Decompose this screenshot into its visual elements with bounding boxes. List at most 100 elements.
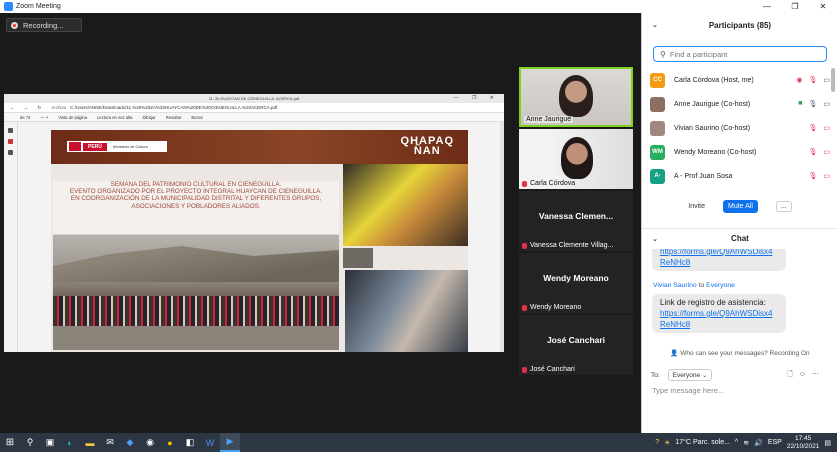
pdf-scrollbar[interactable]	[500, 122, 504, 352]
muted-mic-icon[interactable]: 🎙	[808, 172, 817, 180]
search-icon[interactable]: ⚲	[20, 433, 40, 452]
video-tile-carla[interactable]: Carla Córdova	[519, 129, 633, 189]
muted-mic-icon	[522, 304, 527, 311]
festival-photo	[53, 234, 339, 350]
chat-meta: Vivian Saurino to Everyone	[653, 282, 735, 289]
sharing-icon: ■	[798, 100, 803, 107]
clock[interactable]: 17:45 22/10/2021	[787, 435, 820, 451]
video-off-icon[interactable]: ▭	[823, 172, 830, 180]
participant-row[interactable]: Vivian Saurino (Co-host) 🎙 ▭	[650, 116, 830, 140]
video-tile-anne[interactable]: Anne Jaurigue	[519, 67, 633, 127]
chat-tools: 🗋☺⋯	[787, 370, 825, 381]
invite-button[interactable]: Invite	[688, 203, 705, 210]
meeting-stage: Recording... 11. 2k HUAYCAN DE CIENEGUIL…	[0, 13, 641, 433]
video-name: José Canchari	[522, 366, 575, 373]
app-icon[interactable]: ◧	[180, 433, 200, 452]
chat-recipient: To: Everyone ⌄	[651, 369, 713, 381]
browser-tabbar: 11. 2k HUAYCAN DE CIENEGUILLA. ACERCA.pd…	[4, 94, 504, 103]
participant-row[interactable]: A- A - Prof Juan Sosa 🎙 ▭	[650, 164, 830, 188]
participant-list: CC Carla Córdova (Host, me) ◉ 🎙 ▭ Anne Jau…	[650, 68, 830, 188]
add-icon[interactable]	[8, 150, 13, 155]
video-off-icon[interactable]: ▭	[823, 124, 830, 132]
notification-icon[interactable]: ▤	[824, 439, 831, 447]
recording-indicator[interactable]: Recording...	[6, 18, 82, 32]
chat-link[interactable]: https://forms.gle/Q9AhWSDisx4ReNHc8	[660, 249, 772, 267]
video-tile-jose[interactable]: José Canchari José Canchari	[519, 315, 633, 375]
task-view-icon[interactable]: ▣	[40, 433, 60, 452]
url-prefix: Archivo	[51, 105, 67, 110]
participant-search[interactable]: ⚲ Find a participant	[653, 46, 827, 62]
video-name: Anne Jaurigue	[524, 116, 574, 123]
zoom-taskbar-icon[interactable]: ▶	[220, 433, 240, 452]
recipient-select[interactable]: Everyone ⌄	[667, 369, 713, 381]
dropbox-icon[interactable]: ◆	[120, 433, 140, 452]
video-off-icon[interactable]: ▭	[823, 148, 830, 156]
browser-address-bar: ← → ↻ Archivo C:/Users/ANNE/Downloads/11…	[4, 103, 504, 113]
language-indicator[interactable]: ESP	[768, 439, 782, 446]
participant-row[interactable]: CC Carla Córdova (Host, me) ◉ 🎙 ▭	[650, 68, 830, 92]
mic-icon[interactable]: 🎙	[808, 100, 817, 108]
file-icon[interactable]: 🗋	[787, 371, 799, 378]
ministry-label: Ministerio de Cultura	[112, 144, 148, 149]
browser-tab-title[interactable]: 11. 2k HUAYCAN DE CIENEGUILLA. ACERCA.pd…	[209, 96, 300, 101]
chat-target: Everyone	[706, 282, 735, 289]
workshop-photo-3	[345, 270, 468, 352]
draw-button[interactable]: Dibujar	[142, 115, 155, 120]
mail-icon[interactable]: ✉	[100, 433, 120, 452]
volume-icon[interactable]: 🔊	[754, 439, 763, 447]
participant-row[interactable]: WM Wendy Moreano (Co-host) 🎙 ▭	[650, 140, 830, 164]
search-placeholder: Find a participant	[669, 49, 728, 59]
chat-privacy-notice[interactable]: 👤 Who can see your messages? Recording O…	[642, 349, 837, 357]
chrome-icon[interactable]: ●	[160, 433, 180, 452]
muted-mic-icon[interactable]: 🎙	[808, 76, 817, 84]
pdf-icon[interactable]	[8, 139, 13, 144]
chevron-down-icon[interactable]: ⌄	[652, 235, 658, 243]
page-view-button[interactable]: Vista de página	[58, 115, 87, 120]
participant-actions: Invite Mute All ...	[642, 200, 837, 213]
screen-share: 11. 2k HUAYCAN DE CIENEGUILLA. ACERCA.pd…	[4, 94, 504, 352]
chat-link[interactable]: https://forms.gle/Q9AhWSDisx4ReNHc8	[660, 309, 772, 329]
chat-sender[interactable]: Vivian Saurino	[653, 282, 697, 289]
video-tile-wendy[interactable]: Wendy Moreano Wendy Moreano	[519, 253, 633, 313]
maximize-button[interactable]: ❐	[781, 2, 809, 11]
zoom-control[interactable]: — +	[40, 115, 48, 120]
video-name-text: Wendy Moreano	[530, 304, 582, 311]
read-aloud-button[interactable]: Lectura en voz alta	[97, 115, 132, 120]
windows-start-icon[interactable]: ⊞	[0, 433, 20, 452]
zoom-icon	[4, 2, 13, 11]
side-panel: ⌄ Participants (85) ⚲ Find a participant…	[641, 13, 837, 433]
network-icon[interactable]: ≋	[743, 439, 749, 447]
word-icon[interactable]: W	[200, 433, 220, 452]
chat-input[interactable]: Type message here...	[652, 386, 724, 395]
participant-row[interactable]: Anne Jaurigue (Co-host) ■ 🎙 ▭	[650, 92, 830, 116]
video-tile-vanessa[interactable]: Vanessa Clemen... Vanessa Clemente Villa…	[519, 191, 633, 251]
participant-video	[559, 75, 593, 117]
minimize-button[interactable]: —	[753, 2, 781, 11]
url-text[interactable]: C:/Users/ANNE/Downloads/11.%20%20ZA%20HU…	[70, 105, 277, 110]
file-explorer-icon[interactable]: ▬	[80, 433, 100, 452]
erase-button[interactable]: Borrar	[191, 115, 203, 120]
participants-scrollbar[interactable]	[831, 68, 835, 92]
record-icon	[11, 21, 18, 29]
participant-status: 🎙 ▭	[808, 148, 830, 156]
media-icon[interactable]: ◉	[140, 433, 160, 452]
muted-mic-icon[interactable]: 🎙	[808, 148, 817, 156]
highlight-button[interactable]: Resaltar	[166, 115, 182, 120]
weather-text[interactable]: 17°C Parc. sole...	[675, 439, 730, 446]
close-button[interactable]: ✕	[809, 2, 837, 11]
sidebar-icon[interactable]	[8, 128, 13, 133]
mute-all-button[interactable]: Mute All	[722, 200, 758, 213]
more-button[interactable]: ...	[775, 201, 792, 212]
participant-name: Anne Jaurigue (Co-host)	[674, 100, 751, 108]
chevron-up-icon[interactable]: ^	[735, 439, 738, 446]
video-big-name: Vanessa Clemen...	[538, 211, 614, 221]
emoji-icon[interactable]: ☺	[799, 371, 812, 378]
help-icon[interactable]: ?	[655, 439, 659, 446]
more-icon[interactable]: ⋯	[812, 371, 825, 378]
chevron-down-icon[interactable]: ⌄	[652, 21, 658, 29]
muted-mic-icon[interactable]: 🎙	[808, 124, 817, 132]
video-icon[interactable]: ▭	[823, 100, 830, 108]
nav-arrows-icon[interactable]: ← → ↻	[10, 105, 45, 111]
video-icon[interactable]: ▭	[823, 76, 830, 84]
edge-icon[interactable]: ◐	[60, 433, 80, 452]
